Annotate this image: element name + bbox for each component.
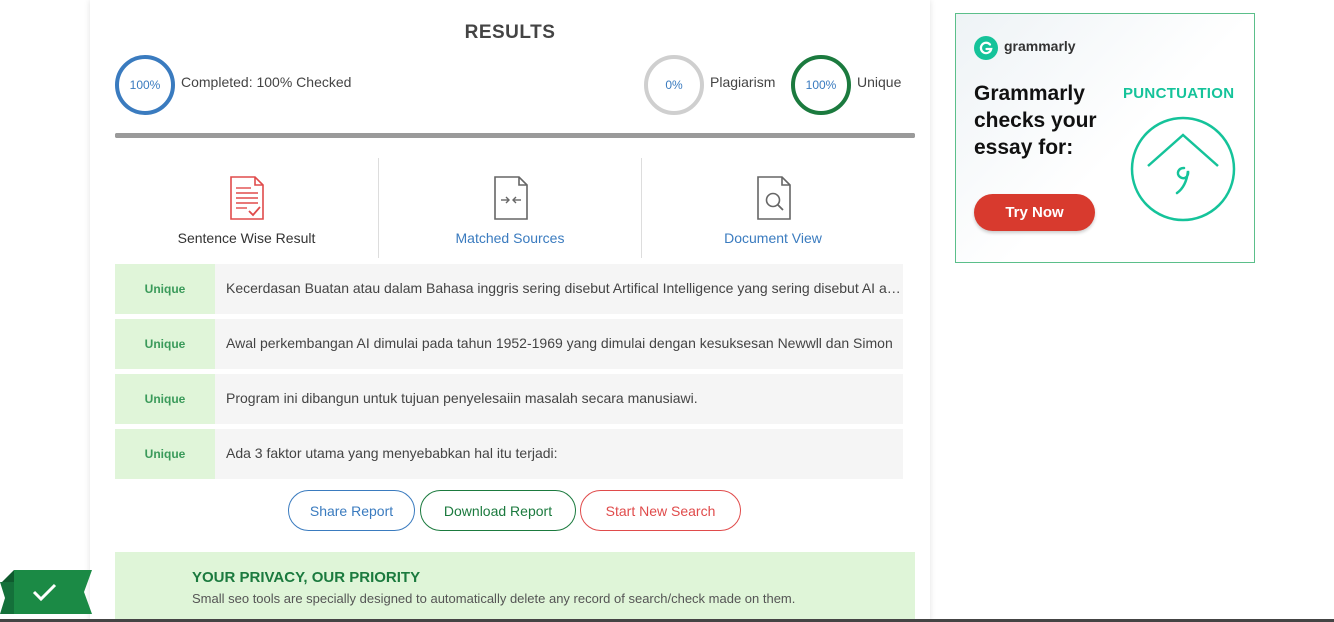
sentence-report-icon: [230, 176, 264, 220]
tab-sentence-wise-result[interactable]: Sentence Wise Result: [115, 158, 378, 258]
privacy-banner: YOUR PRIVACY, OUR PRIORITY Small seo too…: [115, 552, 915, 622]
share-report-button[interactable]: Share Report: [288, 490, 415, 531]
status-badge: Unique: [115, 264, 215, 314]
progress-fill: [115, 133, 915, 138]
matched-sources-icon: [494, 176, 528, 220]
page: RESULTS 100% Completed: 100% Checked 0% …: [0, 0, 1334, 622]
completed-percent-circle: 100%: [115, 55, 175, 115]
checkmark-ribbon-icon: [0, 570, 92, 614]
ad-brand: grammarly: [1004, 38, 1076, 54]
sentence-text: Awal perkembangan AI dimulai pada tahun …: [226, 335, 893, 351]
status-badge: Unique: [115, 319, 215, 369]
plagiarism-percent-circle: 0%: [644, 55, 704, 115]
completed-label: Completed: 100% Checked: [181, 74, 352, 90]
unique-percent-circle: 100%: [791, 55, 851, 115]
privacy-text: Small seo tools are specially designed t…: [192, 591, 796, 606]
tab-label: Sentence Wise Result: [177, 230, 316, 246]
sentence-text: Program ini dibangun untuk tujuan penyel…: [226, 390, 698, 406]
ad-feature: PUNCTUATION: [1123, 85, 1235, 102]
tab-label: Document View: [724, 230, 822, 246]
result-row: Unique Kecerdasan Buatan atau dalam Baha…: [115, 264, 903, 314]
results-panel: RESULTS 100% Completed: 100% Checked 0% …: [90, 0, 930, 622]
tab-matched-sources[interactable]: Matched Sources: [378, 158, 641, 258]
start-new-search-button[interactable]: Start New Search: [580, 490, 741, 531]
ad-headline: Grammarly checks your essay for:: [974, 82, 1097, 159]
tab-document-view[interactable]: Document View: [641, 158, 904, 258]
unique-label: Unique: [857, 74, 902, 90]
status-badge: Unique: [115, 374, 215, 424]
document-search-icon: [757, 176, 791, 220]
results-title: RESULTS: [464, 22, 556, 43]
result-row: Unique Awal perkembangan AI dimulai pada…: [115, 319, 903, 369]
try-now-button[interactable]: Try Now: [974, 194, 1095, 231]
status-badge: Unique: [115, 429, 215, 479]
tab-label: Matched Sources: [455, 230, 565, 246]
result-row: Unique Ada 3 faktor utama yang menyebabk…: [115, 429, 903, 479]
sentence-text: Kecerdasan Buatan atau dalam Bahasa ingg…: [226, 280, 902, 296]
grammarly-logo-icon: [974, 36, 998, 60]
plagiarism-label: Plagiarism: [710, 74, 776, 90]
result-row: Unique Program ini dibangun untuk tujuan…: [115, 374, 903, 424]
download-report-button[interactable]: Download Report: [420, 490, 576, 531]
progress-bar: [115, 133, 915, 138]
sentence-text: Ada 3 faktor utama yang menyebabkan hal …: [226, 445, 558, 461]
privacy-title: YOUR PRIVACY, OUR PRIORITY: [192, 569, 421, 586]
grammarly-ad[interactable]: grammarly Grammarly checks your essay fo…: [955, 13, 1255, 263]
punctuation-house-icon: [1130, 116, 1236, 222]
